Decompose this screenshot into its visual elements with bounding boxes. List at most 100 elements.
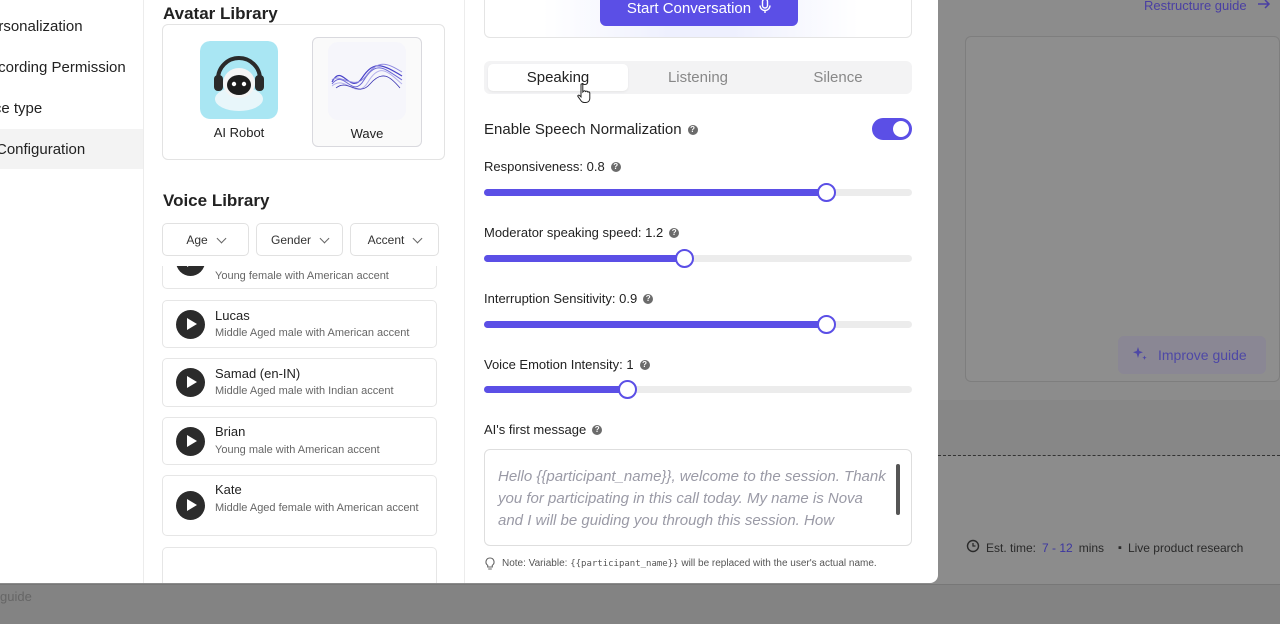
chevron-down-icon xyxy=(216,233,227,243)
voice-item[interactable]: Kate Middle Aged female with American ac… xyxy=(162,475,437,536)
wave-avatar-image xyxy=(328,42,406,120)
voice-item[interactable]: Samad (en-IN) Middle Aged male with Indi… xyxy=(162,358,437,407)
textarea-scrollbar[interactable] xyxy=(896,464,900,515)
mode-tabs: Speaking Listening Silence xyxy=(484,61,912,94)
est-time-value: 7 - 12 xyxy=(1042,540,1073,555)
avatar-label: AI Robot xyxy=(213,125,265,140)
avatar-option-wave[interactable]: Wave xyxy=(312,37,422,147)
first-message-label: AI's first message xyxy=(484,422,587,437)
bottom-guide-text: guide xyxy=(0,589,32,604)
conversation-settings: Start Conversation Speaking Listening Si… xyxy=(465,0,938,583)
hand-cursor-icon xyxy=(577,83,591,110)
nav-item-label: Recording Permission xyxy=(0,58,126,76)
slider-thumb[interactable] xyxy=(817,315,837,334)
tab-speaking[interactable]: Speaking xyxy=(488,64,628,91)
help-icon[interactable]: ? xyxy=(643,293,654,304)
gender-filter-dropdown[interactable]: Gender xyxy=(256,223,343,256)
restructure-guide-label: Restructure guide xyxy=(1144,0,1247,13)
settings-nav: Personalization Recording Permission Voi… xyxy=(0,0,144,583)
avatar-option-ai-robot[interactable]: AI Robot xyxy=(184,37,294,147)
play-icon[interactable] xyxy=(176,310,205,339)
interruption-sensitivity-slider[interactable] xyxy=(484,315,912,334)
nav-item-configuration[interactable]: Configuration xyxy=(0,129,143,169)
background-band xyxy=(938,400,1280,456)
slider-label-row: Responsiveness: 0.8 ? xyxy=(484,159,621,174)
guide-card xyxy=(965,36,1280,382)
robot-avatar-image xyxy=(200,41,278,119)
chevron-down-icon xyxy=(319,233,330,243)
arrow-right-icon xyxy=(1257,0,1271,13)
library-panel: Avatar Library AI Robot Wave Voice Libra… xyxy=(144,0,465,583)
slider-thumb[interactable] xyxy=(674,249,694,268)
preview-card: Start Conversation xyxy=(484,0,912,38)
play-icon[interactable] xyxy=(176,266,205,276)
voice-description: Middle Aged male with American accent xyxy=(215,327,410,339)
voice-description: Middle Aged male with Indian accent xyxy=(215,385,394,397)
bottom-bar xyxy=(0,584,1280,624)
lightbulb-icon xyxy=(484,557,496,575)
age-filter-dropdown[interactable]: Age xyxy=(162,223,249,256)
research-tag-icon: ▪ xyxy=(1118,541,1122,554)
voice-item[interactable]: Brian Young male with American accent xyxy=(162,417,437,465)
help-icon[interactable]: ? xyxy=(610,161,621,172)
help-icon[interactable]: ? xyxy=(669,227,680,238)
nav-item-recording-permission[interactable]: Recording Permission xyxy=(0,47,143,87)
responsiveness-slider[interactable] xyxy=(484,183,912,202)
voice-library-title: Voice Library xyxy=(163,191,270,210)
play-icon[interactable] xyxy=(176,368,205,397)
improve-guide-button[interactable]: Improve guide xyxy=(1118,336,1266,374)
voice-item[interactable]: Lucas Middle Aged male with American acc… xyxy=(162,300,437,348)
play-icon[interactable] xyxy=(176,491,205,520)
slider-fill xyxy=(484,386,627,393)
slider-thumb[interactable] xyxy=(617,380,637,399)
note-prefix: Note: Variable: xyxy=(502,558,568,569)
start-conversation-button[interactable]: Start Conversation xyxy=(600,0,798,26)
speech-normalization-label: Enable Speech Normalization xyxy=(484,121,682,138)
tab-silence[interactable]: Silence xyxy=(768,64,908,91)
voice-description: Young male with American accent xyxy=(215,444,380,456)
sparkle-icon xyxy=(1132,346,1148,365)
slider-label: Moderator speaking speed: 1.2 xyxy=(484,225,664,240)
voice-item[interactable] xyxy=(162,547,437,583)
variable-note: Note: Variable: {{participant_name}} wil… xyxy=(484,557,914,575)
help-icon[interactable]: ? xyxy=(592,424,603,435)
filter-label: Age xyxy=(186,232,208,247)
voice-item[interactable]: Young female with American accent xyxy=(162,266,437,289)
first-message-textarea[interactable]: Hello {{participant_name}}, welcome to t… xyxy=(484,449,912,546)
nav-item-label: Configuration xyxy=(0,140,86,158)
help-icon[interactable]: ? xyxy=(687,124,698,135)
avatar-label: Wave xyxy=(350,126,384,141)
slider-fill xyxy=(484,189,827,196)
voice-list[interactable]: Young female with American accent Lucas … xyxy=(162,266,438,583)
accent-filter-dropdown[interactable]: Accent xyxy=(350,223,439,256)
speech-normalization-row: Enable Speech Normalization ? xyxy=(484,121,698,138)
restructure-guide-link[interactable]: Restructure guide xyxy=(1144,0,1271,13)
settings-modal: Personalization Recording Permission Voi… xyxy=(0,0,938,583)
nav-item-label: Voice type xyxy=(0,99,43,117)
slider-label-row: Voice Emotion Intensity: 1 ? xyxy=(484,357,650,372)
voice-filters: Age Gender Accent xyxy=(162,223,439,256)
note-suffix: will be replaced with the user's actual … xyxy=(681,558,877,569)
help-icon[interactable]: ? xyxy=(639,359,650,370)
nav-item-voice-type[interactable]: Voice type xyxy=(0,88,143,128)
voice-description: Middle Aged female with American accent xyxy=(215,502,419,514)
nav-item-personalization[interactable]: Personalization xyxy=(0,6,143,46)
est-time-label: Est. time: xyxy=(986,540,1037,555)
slider-thumb[interactable] xyxy=(817,183,837,202)
improve-guide-label: Improve guide xyxy=(1158,347,1247,363)
avatar-library-title: Avatar Library xyxy=(163,4,278,23)
voice-description: Young female with American accent xyxy=(215,270,389,282)
first-message-text: Hello {{participant_name}}, welcome to t… xyxy=(498,468,886,529)
play-icon[interactable] xyxy=(176,427,205,456)
speaking-speed-slider[interactable] xyxy=(484,249,912,268)
start-conversation-label: Start Conversation xyxy=(626,0,752,17)
voice-name: Lucas xyxy=(215,308,250,323)
emotion-intensity-slider[interactable] xyxy=(484,380,912,399)
note-variable: {{participant_name}} xyxy=(570,559,679,569)
chevron-down-icon xyxy=(412,233,423,243)
avatar-grid: AI Robot Wave xyxy=(162,24,445,160)
speech-normalization-toggle[interactable] xyxy=(872,118,912,140)
voice-name: Kate xyxy=(215,482,242,497)
tab-listening[interactable]: Listening xyxy=(628,64,768,91)
microphone-icon xyxy=(759,0,771,18)
